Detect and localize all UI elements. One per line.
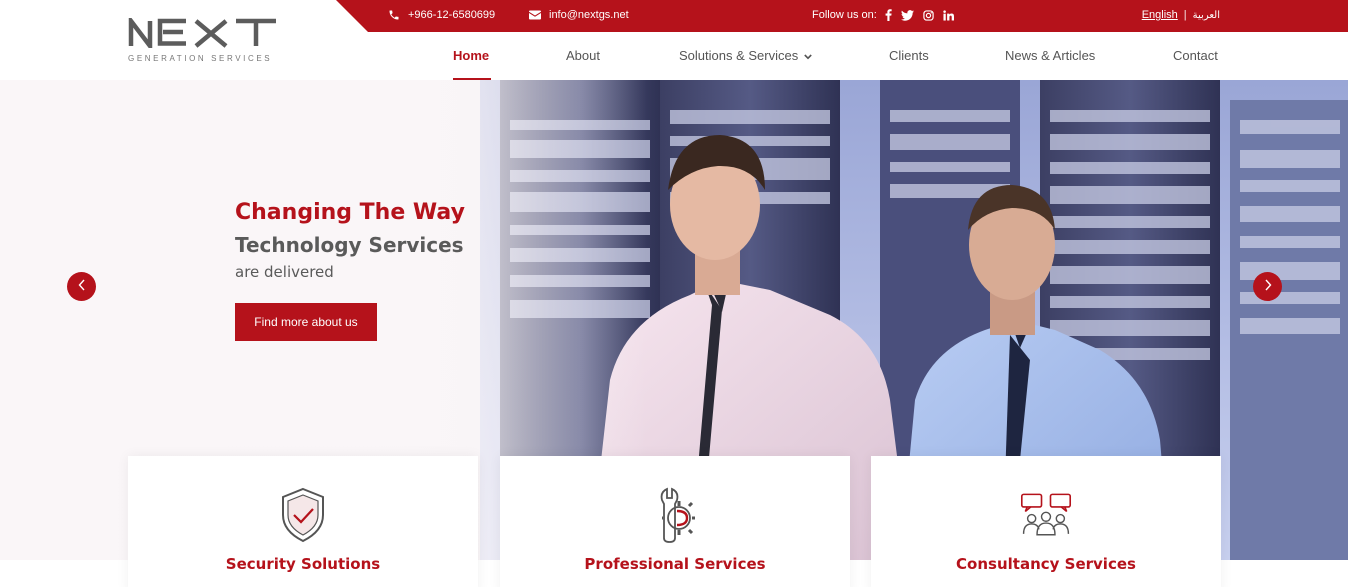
service-card-title: Consultancy Services — [956, 555, 1136, 573]
envelope-icon — [529, 10, 541, 20]
chevron-left-icon — [78, 278, 86, 296]
top-info-bar: +966-12-6580699 info@nextgs.net Follow u… — [336, 0, 1348, 32]
nav-item-label: Solutions & Services — [679, 48, 799, 63]
nav-item-label: Home — [453, 48, 490, 63]
main-nav: Home About Solutions & Services Clients … — [0, 48, 1348, 80]
phone-number: +966-12-6580699 — [408, 9, 496, 21]
hero-title-line2: Technology Services — [235, 233, 464, 257]
chevron-right-icon — [1264, 278, 1272, 296]
follow-label: Follow us on: — [812, 9, 877, 21]
nav-item-clients[interactable]: Clients — [889, 48, 929, 63]
service-card-title: Security Solutions — [225, 555, 381, 573]
logo-wordmark — [128, 14, 276, 53]
gear-wrench-icon — [649, 486, 701, 544]
service-card-professional[interactable]: Professional Services — [500, 456, 850, 587]
language-switcher: English | العربية — [1142, 9, 1220, 21]
service-card-consultancy[interactable]: Consultancy Services — [871, 456, 1221, 587]
find-more-button[interactable]: Find more about us — [235, 303, 377, 341]
lang-separator: | — [1183, 9, 1187, 21]
chevron-down-icon — [804, 48, 813, 63]
phone-icon — [388, 9, 400, 21]
nav-item-label: About — [566, 48, 600, 63]
service-card-security[interactable]: Security Solutions — [128, 456, 478, 587]
hero-headline: Changing The Way Technology Services are… — [235, 200, 465, 283]
nav-item-label: Contact — [1173, 48, 1218, 63]
service-card-title: Professional Services — [584, 555, 766, 573]
nav-item-label: News & Articles — [1005, 48, 1096, 63]
social-links: Follow us on: — [812, 9, 954, 21]
slider-next-button[interactable] — [1253, 272, 1282, 301]
lang-english-link[interactable]: English — [1142, 9, 1178, 21]
hero-subtitle: are delivered — [235, 263, 334, 281]
shield-check-icon — [277, 486, 329, 544]
nav-item-news-articles[interactable]: News & Articles — [1005, 48, 1095, 63]
phone-contact[interactable]: +966-12-6580699 — [388, 9, 495, 21]
people-chat-icon — [1020, 486, 1072, 544]
twitter-icon[interactable] — [900, 9, 914, 21]
linkedin-icon[interactable] — [943, 9, 954, 21]
nav-item-about[interactable]: About — [566, 48, 600, 63]
hero-title-line1: Changing The Way — [235, 200, 465, 225]
nav-item-contact[interactable]: Contact — [1173, 48, 1218, 63]
instagram-icon[interactable] — [923, 9, 934, 21]
nav-item-label: Clients — [889, 48, 929, 63]
slider-prev-button[interactable] — [67, 272, 96, 301]
facebook-icon[interactable] — [885, 9, 892, 21]
email-address: info@nextgs.net — [549, 9, 629, 21]
email-contact[interactable]: info@nextgs.net — [529, 9, 629, 21]
nav-item-solutions-services[interactable]: Solutions & Services — [679, 48, 813, 63]
nav-item-home[interactable]: Home — [453, 48, 489, 63]
lang-arabic-link[interactable]: العربية — [1193, 10, 1220, 21]
